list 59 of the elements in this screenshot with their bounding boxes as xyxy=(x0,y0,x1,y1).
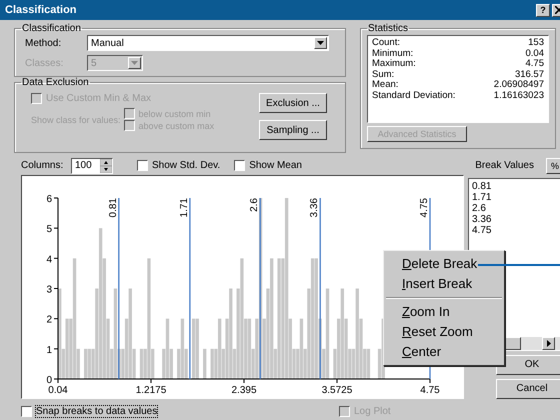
columns-label: Columns: xyxy=(21,160,64,171)
break-value[interactable]: 1.71 xyxy=(472,192,560,203)
histogram-bar xyxy=(203,348,206,379)
x-tick-label: 2.395 xyxy=(231,385,257,396)
checkbox-label: Show Mean xyxy=(249,160,302,171)
x-tick-label: 3.5725 xyxy=(322,385,352,396)
break-label: 3.36 xyxy=(309,198,320,218)
stat-label: Maximum: xyxy=(372,59,416,70)
stat-value: 316.57 xyxy=(514,70,544,80)
checkbox-label: Snap breaks to data values xyxy=(36,406,158,416)
y-tick-label: 5 xyxy=(46,224,52,236)
dialog-button[interactable]: OK xyxy=(496,354,560,375)
checkbox[interactable] xyxy=(21,406,32,416)
dialog-button[interactable]: Sampling ... xyxy=(259,120,327,140)
break-value[interactable]: 2.6 xyxy=(472,203,560,214)
break-label: 0.81 xyxy=(108,198,119,218)
checkbox-label: Show Std. Dev. xyxy=(152,160,220,171)
break-line[interactable] xyxy=(189,198,191,379)
break-value[interactable]: 3.36 xyxy=(472,214,560,225)
group-title: Data Exclusion xyxy=(21,77,90,88)
method-dropdown[interactable]: Manual xyxy=(87,35,329,51)
stat-value: 153 xyxy=(528,38,544,49)
break-label: 1.71 xyxy=(178,198,190,218)
y-tick-label: 0 xyxy=(46,375,52,386)
stat-value: 2.06908497 xyxy=(494,80,544,91)
columns-spinner[interactable]: 100 xyxy=(71,158,113,174)
break-value[interactable]: 0.81 xyxy=(472,181,560,192)
y-tick-label: 4 xyxy=(46,254,52,266)
spin-arrows-icon xyxy=(100,158,112,172)
break-values-label: Break Values xyxy=(475,160,534,171)
dialog-button[interactable]: Cancel xyxy=(496,378,560,399)
checkbox[interactable] xyxy=(137,160,148,171)
group-title: Statistics xyxy=(367,23,410,34)
checkbox[interactable] xyxy=(234,160,246,171)
y-tick-label: 6 xyxy=(46,194,52,205)
stat-value: 4.75 xyxy=(526,59,544,70)
break-label: 4.75 xyxy=(419,198,430,218)
y-tick-label: 3 xyxy=(46,284,52,296)
x-tick-label: 0.04 xyxy=(48,385,68,396)
stat-label: Standard Deviation: xyxy=(372,90,456,102)
stat-label: Count: xyxy=(372,38,400,49)
stat-value: 0.04 xyxy=(526,48,544,60)
help-button[interactable]: ? xyxy=(536,4,550,16)
stat-label: Mean: xyxy=(372,80,398,91)
x-tick-label: 1.2175 xyxy=(136,385,166,396)
break-value[interactable]: 4.75 xyxy=(472,225,560,236)
scroll-right-icon xyxy=(542,336,555,350)
dialog-button[interactable]: Exclusion ... xyxy=(259,93,327,113)
window-title: Classification xyxy=(5,4,78,16)
group-title: Classification xyxy=(21,23,82,34)
method-label: Method: xyxy=(25,38,62,48)
break-label: 2.6 xyxy=(249,198,260,212)
y-tick-label: 2 xyxy=(46,314,52,326)
x-tick-label: 4.75 xyxy=(420,385,440,396)
stat-label: Sum: xyxy=(372,70,394,80)
y-tick-label: 1 xyxy=(46,344,52,356)
stat-label: Minimum: xyxy=(372,48,414,59)
percent-button[interactable]: % xyxy=(546,158,560,174)
stat-value: 1.16163023 xyxy=(494,90,544,102)
